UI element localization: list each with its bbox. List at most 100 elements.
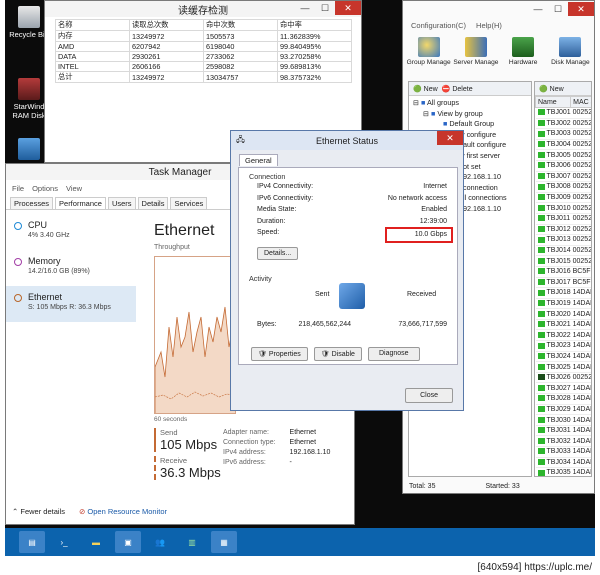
ethernet-status-title: Ethernet Status [315,135,379,146]
task-manager-taskbar-icon[interactable]: ▥ [179,531,205,553]
open-resource-monitor-link[interactable]: ⊘ Open Resource Monitor [79,507,167,516]
table-row[interactable]: TBJ013002522 [535,234,591,246]
maximize-icon[interactable]: ☐ [315,1,335,15]
tab-general[interactable]: General [239,154,278,166]
table-row[interactable]: TBJ01814DAE5 [535,287,591,299]
server-manage-icon [464,37,487,57]
server-manage-button[interactable]: Server Manage [452,37,499,75]
table-row[interactable]: TBJ03414DAE5 [535,457,591,469]
close-icon[interactable]: ✕ [568,2,594,16]
table-row[interactable]: TBJ02214DAE5 [535,329,591,342]
disable-button[interactable]: 🛡 Disable [313,346,362,361]
table-row[interactable]: TBJ011002522 [535,213,591,225]
table-row[interactable]: TBJ02414DAE5 [535,351,591,363]
hardware-button[interactable]: Hardware [500,37,547,75]
table-row[interactable]: TBJ02814DAE5 [535,393,591,405]
table-row[interactable]: TBJ002002522 [535,118,591,130]
tab-processes[interactable]: Processes [10,197,54,209]
machine-mac: 14DAE5 [570,435,591,447]
fewer-details-button[interactable]: ⌃ Fewer details [12,507,65,516]
table-row[interactable]: TBJ015002522 [535,255,591,267]
table-row[interactable]: TBJ016BC5FF4 [535,266,591,278]
column-header: 名称 [55,19,130,31]
table-row[interactable]: TBJ03114DAE5 [535,425,591,437]
close-icon[interactable]: ✕ [335,1,361,15]
menu-configuration[interactable]: Configuration(C) [411,21,466,30]
tab-details[interactable]: Details [137,197,169,209]
menu-help[interactable]: Help(H) [476,21,502,30]
cell: 13249972 [129,71,204,83]
machine-name: TBJ033 [535,446,571,458]
sidebar-item-memory[interactable]: Memory 14.2/16.0 GB (89%) [6,250,136,286]
tab-services[interactable]: Services [170,197,208,209]
table-row[interactable]: TBJ005002522 [535,149,591,161]
minimize-icon[interactable]: — [528,2,548,16]
powershell-taskbar-icon[interactable]: ›_ [51,531,77,553]
machine-name: TBJ002 [535,118,571,130]
table-row[interactable]: TBJ014002522 [535,245,591,257]
close-icon[interactable]: ✕ [437,131,463,145]
table-row[interactable]: TBJ03014DAE5 [535,414,591,426]
network-monitor-taskbar-icon[interactable]: ▣ [115,531,141,553]
table-row[interactable]: TBJ03214DAE5 [535,435,591,447]
column-header-name[interactable]: Name [535,96,572,108]
table-row[interactable]: TBJ02914DAE5 [535,404,591,416]
tree-label: connection [463,182,498,192]
table-row[interactable]: TBJ001002522 [535,107,591,119]
tab-performance[interactable]: Performance [55,197,106,209]
ethernet-status-dialog: 🖧 Ethernet Status ✕ General Connection I… [230,130,464,411]
status-icon [537,469,545,476]
delete-group-button[interactable]: ⛔ Delete [442,85,473,93]
table-row[interactable]: TBJ01914DAE5 [535,298,591,310]
table-row[interactable]: TBJ010002522 [535,202,591,214]
table-row[interactable]: TBJ02714DAE5 [535,382,591,395]
diagnose-button[interactable]: Diagnose [367,346,420,361]
server-manager-taskbar-icon[interactable]: ▤ [19,531,45,553]
maximize-icon[interactable]: ☐ [548,2,568,16]
table-row[interactable]: TBJ02114DAE5 [535,319,591,331]
disk-manage-button[interactable]: Disk Manage [547,37,594,75]
table-row[interactable]: TBJ03514DAE5 [535,467,591,476]
tree-item[interactable]: ■ Default Group [413,119,527,130]
machine-name-text: TBJ032 [546,437,571,445]
tab-users[interactable]: Users [107,197,136,209]
explorer-taskbar-icon[interactable]: ▬ [83,531,109,553]
app-taskbar-icon[interactable]: ▦ [211,531,237,553]
bytes-sent: 218,465,562,244 [298,320,352,328]
table-row[interactable]: TBJ02314DAE5 [535,340,591,352]
close-button[interactable]: Close [405,388,453,403]
column-header-mac[interactable]: MAC a [570,96,591,108]
menu-options[interactable]: Options [32,184,58,193]
users-taskbar-icon[interactable]: 👥 [147,531,173,553]
details-button[interactable]: Details... [257,246,299,260]
table-row[interactable]: TBJ008002522 [535,181,591,193]
new-group-button[interactable]: 🟢 New [413,85,438,93]
table-row[interactable]: TBJ007002522 [535,171,591,183]
machine-name: TBJ027 [535,382,571,395]
table-row[interactable]: TBJ02014DAE5 [535,308,591,320]
table-row[interactable]: TBJ003002522 [535,128,591,140]
sent-label: Sent [315,290,330,298]
table-row[interactable]: TBJ012002522 [535,224,591,236]
table-row[interactable]: TBJ026002522 [535,372,591,384]
menu-file[interactable]: File [12,184,24,193]
properties-button[interactable]: 🛡 Properties [251,346,308,361]
machine-name: TBJ013 [535,234,571,246]
new-machine-button[interactable]: 🟢 New [539,85,564,93]
table-row[interactable]: TBJ02514DAE5 [535,361,591,373]
cell: 98.375732% [277,71,352,83]
tree-item[interactable]: ⊟ ■ View by group [413,109,527,120]
menu-view[interactable]: View [66,184,82,193]
table-row[interactable]: TBJ017BC5FF4 [535,277,591,289]
status-icon [537,225,545,232]
sidebar-item-cpu[interactable]: CPU 4% 3.40 GHz [6,214,136,250]
table-row[interactable]: TBJ009002522 [535,192,591,204]
minimize-icon[interactable]: — [295,1,315,15]
table-row[interactable]: TBJ03314DAE5 [535,446,591,458]
sidebar-item-ethernet[interactable]: Ethernet S: 105 Mbps R: 36.3 Mbps [6,286,136,322]
machine-name: TBJ030 [535,414,571,426]
tree-item[interactable]: ⊟ ■ All groups [413,98,527,109]
group-manage-button[interactable]: Group Manage [405,37,452,75]
table-row[interactable]: TBJ006002522 [535,160,591,172]
table-row[interactable]: TBJ004002522 [535,139,591,151]
